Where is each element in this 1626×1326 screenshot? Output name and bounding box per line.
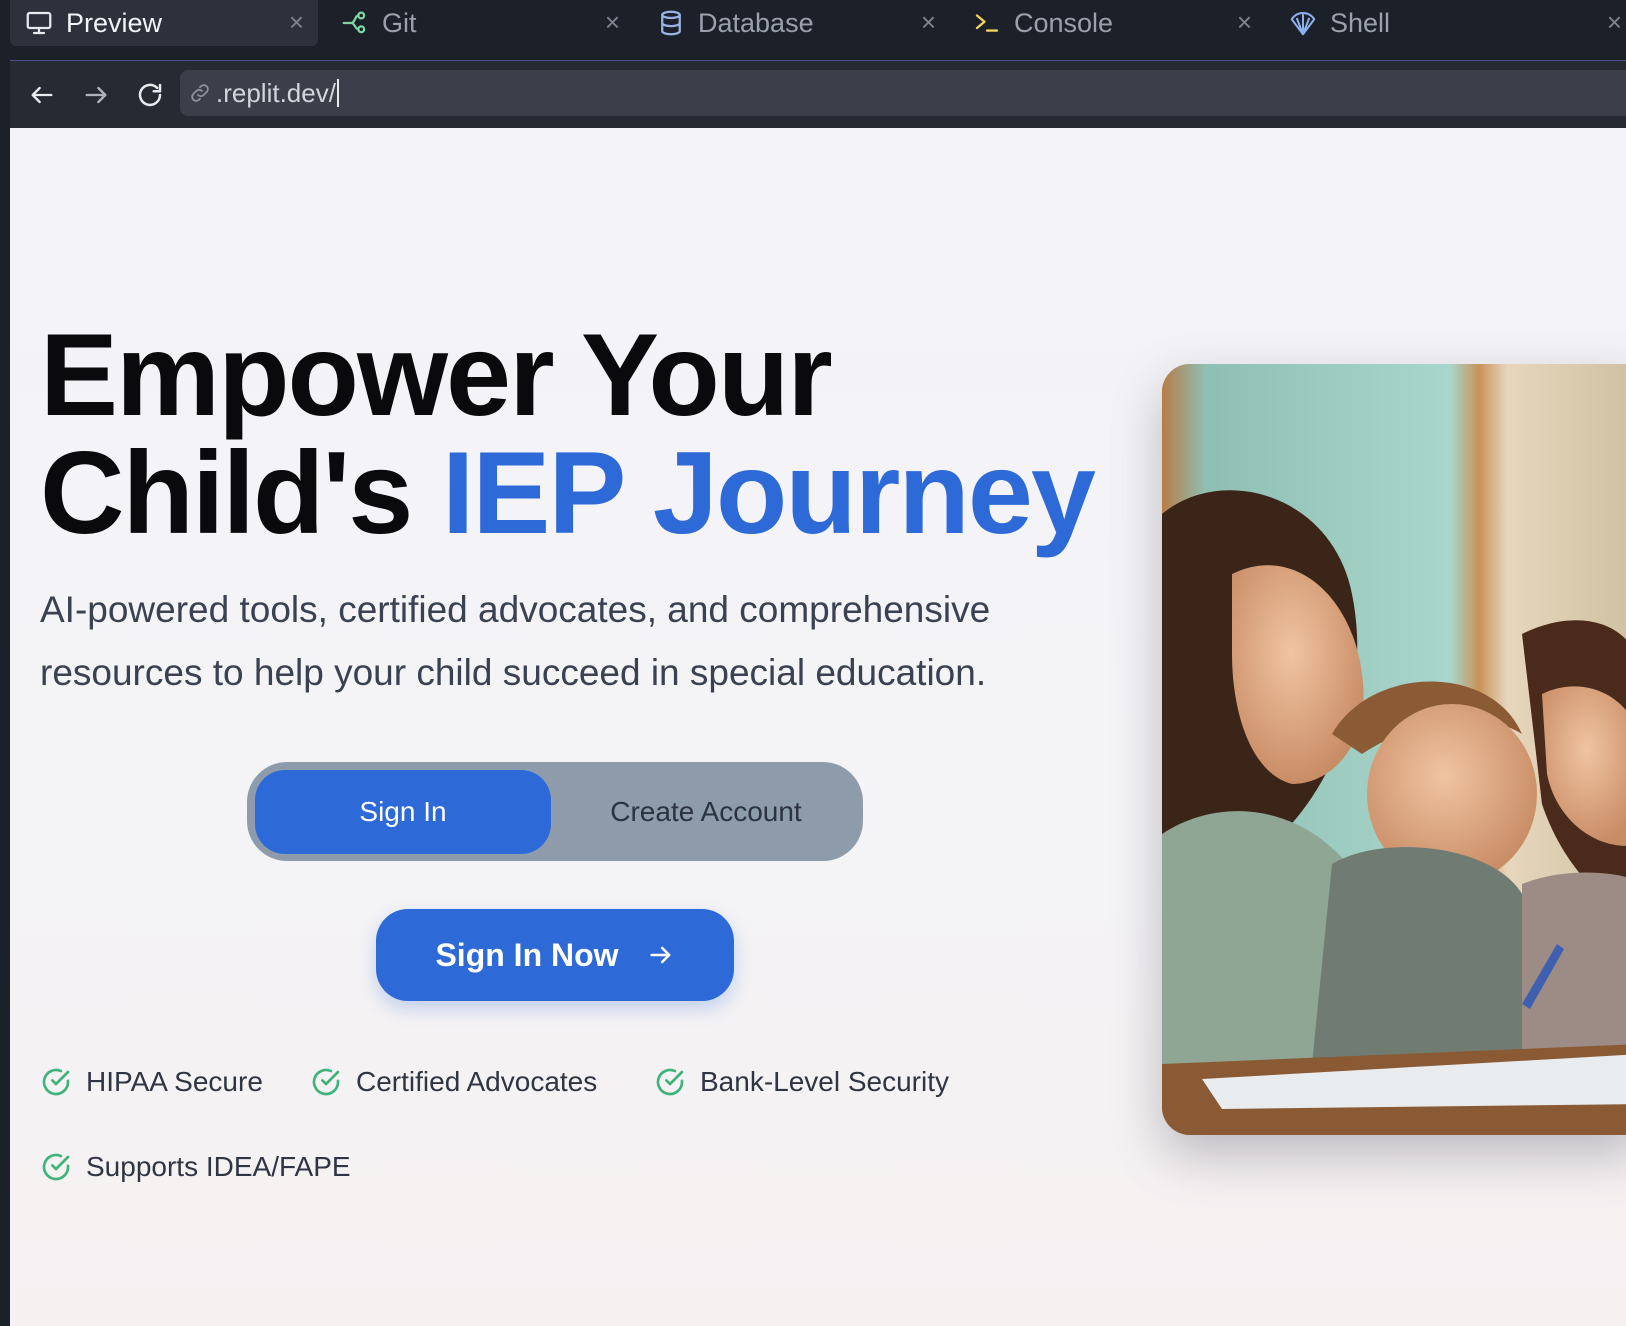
database-icon <box>654 6 688 40</box>
browser-toolbar: .replit.dev/ <box>10 60 1626 129</box>
tab-preview[interactable]: Preview × <box>10 0 318 46</box>
tab-database[interactable]: Database × <box>642 0 950 46</box>
sign-in-toggle[interactable]: Sign In <box>255 770 551 854</box>
badge-label: Bank-Level Security <box>700 1066 950 1097</box>
check-circle-icon <box>42 1068 70 1096</box>
git-branch-icon <box>338 6 372 40</box>
link-icon <box>188 81 212 105</box>
url-text: .replit.dev/ <box>216 77 336 108</box>
arrow-left-icon <box>31 86 53 104</box>
close-icon[interactable]: × <box>605 7 620 38</box>
badge-label: Certified Advocates <box>356 1066 598 1097</box>
forward-button[interactable] <box>76 75 116 115</box>
text-cursor <box>336 79 339 107</box>
back-button[interactable] <box>22 75 62 115</box>
terminal-icon <box>970 6 1004 40</box>
tab-label: Console <box>1014 7 1114 38</box>
tab-label: Preview <box>66 7 163 38</box>
close-icon[interactable]: × <box>1607 7 1622 38</box>
close-icon[interactable]: × <box>921 7 936 38</box>
trust-badge: Certified Advocates <box>310 1066 597 1098</box>
headline-line-1: Empower Your <box>40 309 833 440</box>
arrow-right-icon <box>649 946 670 964</box>
ide-tab-bar: Preview × Git × Database × Console × She… <box>0 0 1626 48</box>
close-icon[interactable]: × <box>289 7 304 38</box>
tab-label: Git <box>382 7 417 38</box>
headline-line-2: Child's <box>40 427 442 558</box>
tab-shell[interactable]: Shell × <box>1274 0 1626 46</box>
auth-mode-toggle: Sign In Create Account <box>247 762 863 861</box>
check-circle-icon <box>42 1153 70 1181</box>
badge-label: Supports IDEA/FAPE <box>86 1151 351 1182</box>
badge-label: HIPAA Secure <box>86 1066 263 1097</box>
url-bar[interactable]: .replit.dev/ <box>180 70 1626 116</box>
headline-accent: IEP Journey <box>441 427 1096 558</box>
hero-image <box>1162 364 1626 1135</box>
tab-label: Shell <box>1330 7 1391 38</box>
hero-subtitle: AI-powered tools, certified advocates, a… <box>40 589 991 693</box>
sign-in-now-button[interactable]: Sign In Now <box>376 909 734 1001</box>
monitor-icon <box>22 6 56 40</box>
refresh-icon <box>138 83 162 107</box>
check-circle-icon <box>656 1068 684 1096</box>
hero-headline: Empower Your Child's IEP Journey <box>40 316 1096 552</box>
tab-label: Database <box>698 7 814 38</box>
tab-console[interactable]: Console × <box>958 0 1266 46</box>
hero-illustration <box>1162 364 1626 1135</box>
close-icon[interactable]: × <box>1237 7 1252 38</box>
shell-icon <box>1286 6 1320 40</box>
arrow-right-icon <box>85 86 107 104</box>
trust-badge: HIPAA Secure <box>40 1066 263 1098</box>
sign-in-now-label: Sign In Now <box>435 936 619 973</box>
trust-badge: Supports IDEA/FAPE <box>40 1151 351 1183</box>
page-viewport: Empower Your Child's IEP Journey AI-powe… <box>10 128 1626 1326</box>
tab-git[interactable]: Git × <box>326 0 634 46</box>
reload-button[interactable] <box>130 75 170 115</box>
create-account-toggle[interactable]: Create Account <box>557 770 855 854</box>
check-circle-icon <box>312 1068 340 1096</box>
trust-badge: Bank-Level Security <box>654 1066 949 1098</box>
